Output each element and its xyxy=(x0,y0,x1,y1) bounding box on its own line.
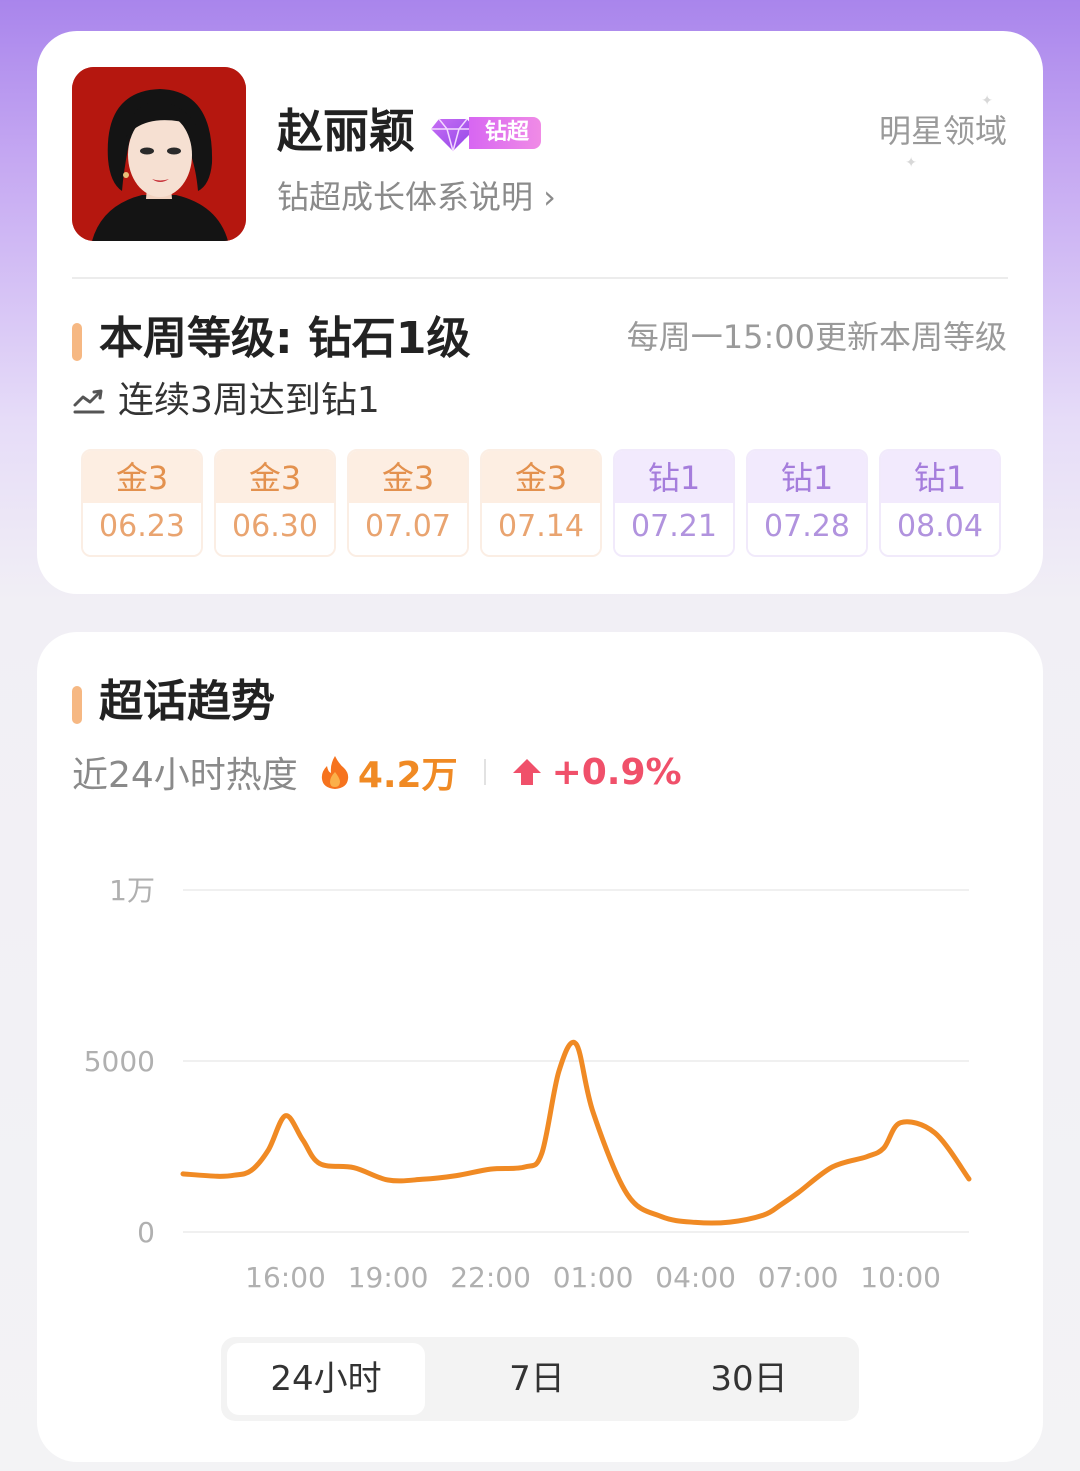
x-tick-label: 04:00 xyxy=(655,1261,736,1294)
week-level: 金3 xyxy=(349,451,467,503)
week-level-item: 钻1 07.21 xyxy=(613,449,735,557)
section-accent-bar xyxy=(72,323,82,361)
heat-change: +0.9% xyxy=(551,751,682,793)
week-date: 06.23 xyxy=(83,503,201,555)
x-tick-label: 16:00 xyxy=(245,1261,326,1294)
x-tick-label: 19:00 xyxy=(348,1261,429,1294)
heat-series-line xyxy=(180,1039,972,1226)
week-level-item: 钻1 08.04 xyxy=(879,449,1001,557)
avatar-portrait xyxy=(72,67,246,241)
week-date: 07.14 xyxy=(482,503,600,555)
diamond-super-badge[interactable]: 1 钻超 xyxy=(429,113,542,153)
sparkle-icon: ✦ xyxy=(981,93,993,109)
y-tick-label: 0 xyxy=(137,1216,155,1249)
star-name: 赵丽颖 xyxy=(277,104,415,158)
x-tick-label: 01:00 xyxy=(553,1261,634,1294)
fire-icon xyxy=(321,756,348,789)
week-level-item: 金3 06.30 xyxy=(214,449,336,557)
week-level-item: 钻1 07.28 xyxy=(746,449,868,557)
week-date: 07.28 xyxy=(748,503,866,555)
week-level: 钻1 xyxy=(748,451,866,503)
divider xyxy=(72,277,1008,279)
arrow-up-icon xyxy=(512,759,541,785)
star-region-link[interactable]: 明星领域 xyxy=(879,111,1007,151)
sparkle-icon: ✦ xyxy=(905,155,917,171)
week-level: 金3 xyxy=(216,451,334,503)
week-date: 07.21 xyxy=(615,503,733,555)
star-level-card: 赵丽颖 1 钻超 钻超成长体系说明 › 明星领域 ✦ ✦ 本周等级: 钻石1级 … xyxy=(37,31,1043,594)
heat-label: 近24小时热度 xyxy=(72,755,298,796)
tab-7d[interactable]: 7日 xyxy=(437,1343,637,1415)
trend-title: 超话趋势 xyxy=(99,676,275,727)
tab-30d[interactable]: 30日 xyxy=(649,1343,849,1415)
update-note: 每周一15:00更新本周等级 xyxy=(626,318,1007,356)
topic-trend-card: 超话趋势 近24小时热度 4.2万 +0.9% 0 5000 1万 16:00 19:0… xyxy=(37,632,1043,1462)
time-range-tabs: 24小时 7日 30日 xyxy=(221,1337,859,1421)
week-date: 06.30 xyxy=(216,503,334,555)
week-level: 金3 xyxy=(83,451,201,503)
week-level-item: 金3 07.07 xyxy=(347,449,469,557)
week-level: 钻1 xyxy=(881,451,999,503)
badge-label: 钻超 xyxy=(469,117,542,149)
week-level: 钻1 xyxy=(615,451,733,503)
week-level-title: 本周等级: 钻石1级 xyxy=(99,313,471,364)
section-accent-bar xyxy=(72,686,82,724)
heat-value: 4.2万 xyxy=(357,755,458,796)
tab-24h[interactable]: 24小时 xyxy=(227,1343,425,1415)
heat-trend-chart: 0 5000 1万 16:00 19:00 22:00 01:00 04:00 07:00 10:… xyxy=(84,874,972,1294)
streak-row: 连续3周达到钻1 xyxy=(72,381,380,421)
separator xyxy=(483,759,486,785)
week-level: 金3 xyxy=(482,451,600,503)
week-level-item: 金3 07.14 xyxy=(480,449,602,557)
week-date: 07.07 xyxy=(349,503,467,555)
week-level-item: 金3 06.23 xyxy=(81,449,203,557)
y-tick-label: 5000 xyxy=(84,1045,155,1078)
x-tick-label: 07:00 xyxy=(758,1261,839,1294)
y-tick-label: 1万 xyxy=(109,874,155,907)
heat-summary: 近24小时热度 4.2万 +0.9% xyxy=(72,744,682,800)
weekly-level-history: 金3 06.23 金3 06.30 金3 07.07 金3 07.14 钻1 0… xyxy=(81,449,1001,557)
x-tick-label: 10:00 xyxy=(860,1261,941,1294)
week-date: 08.04 xyxy=(881,503,999,555)
streak-text: 连续3周达到钻1 xyxy=(118,380,380,421)
trend-up-icon xyxy=(73,389,105,414)
x-tick-label: 22:00 xyxy=(450,1261,531,1294)
avatar[interactable] xyxy=(72,67,246,241)
growth-system-link[interactable]: 钻超成长体系说明 › xyxy=(277,177,556,217)
